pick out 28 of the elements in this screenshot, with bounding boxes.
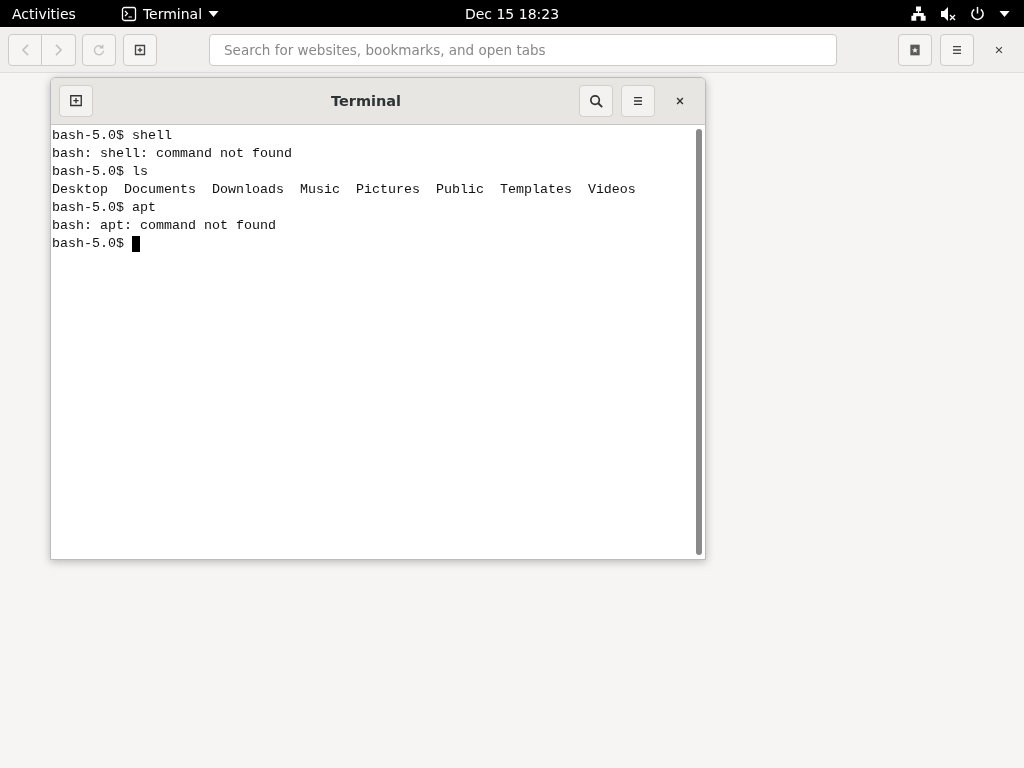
caret-icon xyxy=(208,10,220,17)
new-tab-button[interactable] xyxy=(123,34,157,66)
menu-button[interactable] xyxy=(940,34,974,66)
new-tab-icon xyxy=(134,44,146,56)
terminal-line: bash-5.0$ ls xyxy=(52,163,148,181)
terminal-line: bash-5.0$ shell xyxy=(52,127,172,145)
terminal-line: Desktop Documents Downloads Music Pictures Public Templates Videos xyxy=(52,181,636,199)
window-title: Terminal xyxy=(329,93,403,109)
terminal-line: bash-5.0$ xyxy=(52,235,125,253)
muted-speaker-icon[interactable] xyxy=(940,5,956,22)
terminal-icon xyxy=(120,5,137,22)
new-tab-button[interactable] xyxy=(59,85,93,117)
terminal-line: bash: shell: command not found xyxy=(52,145,292,163)
clock[interactable]: Dec 15 18:23 xyxy=(464,5,560,22)
terminal-line: bash-5.0$ apt xyxy=(52,199,156,217)
activities-button[interactable]: Activities xyxy=(12,5,76,22)
search-field[interactable]: Search for websites, bookmarks, and open tabs xyxy=(209,34,837,66)
power-icon[interactable] xyxy=(970,6,985,21)
reload-icon xyxy=(93,44,105,56)
menu-button[interactable] xyxy=(621,85,655,117)
bookmarks-button[interactable] xyxy=(898,34,932,66)
search-icon xyxy=(587,92,605,110)
network-icon[interactable] xyxy=(911,6,926,21)
app-menu[interactable]: Terminal xyxy=(120,5,220,22)
terminal-line: bash: apt: command not found xyxy=(52,217,276,235)
search-button[interactable] xyxy=(579,85,613,117)
scrollbar[interactable] xyxy=(696,129,702,555)
caret-icon[interactable] xyxy=(999,10,1010,17)
